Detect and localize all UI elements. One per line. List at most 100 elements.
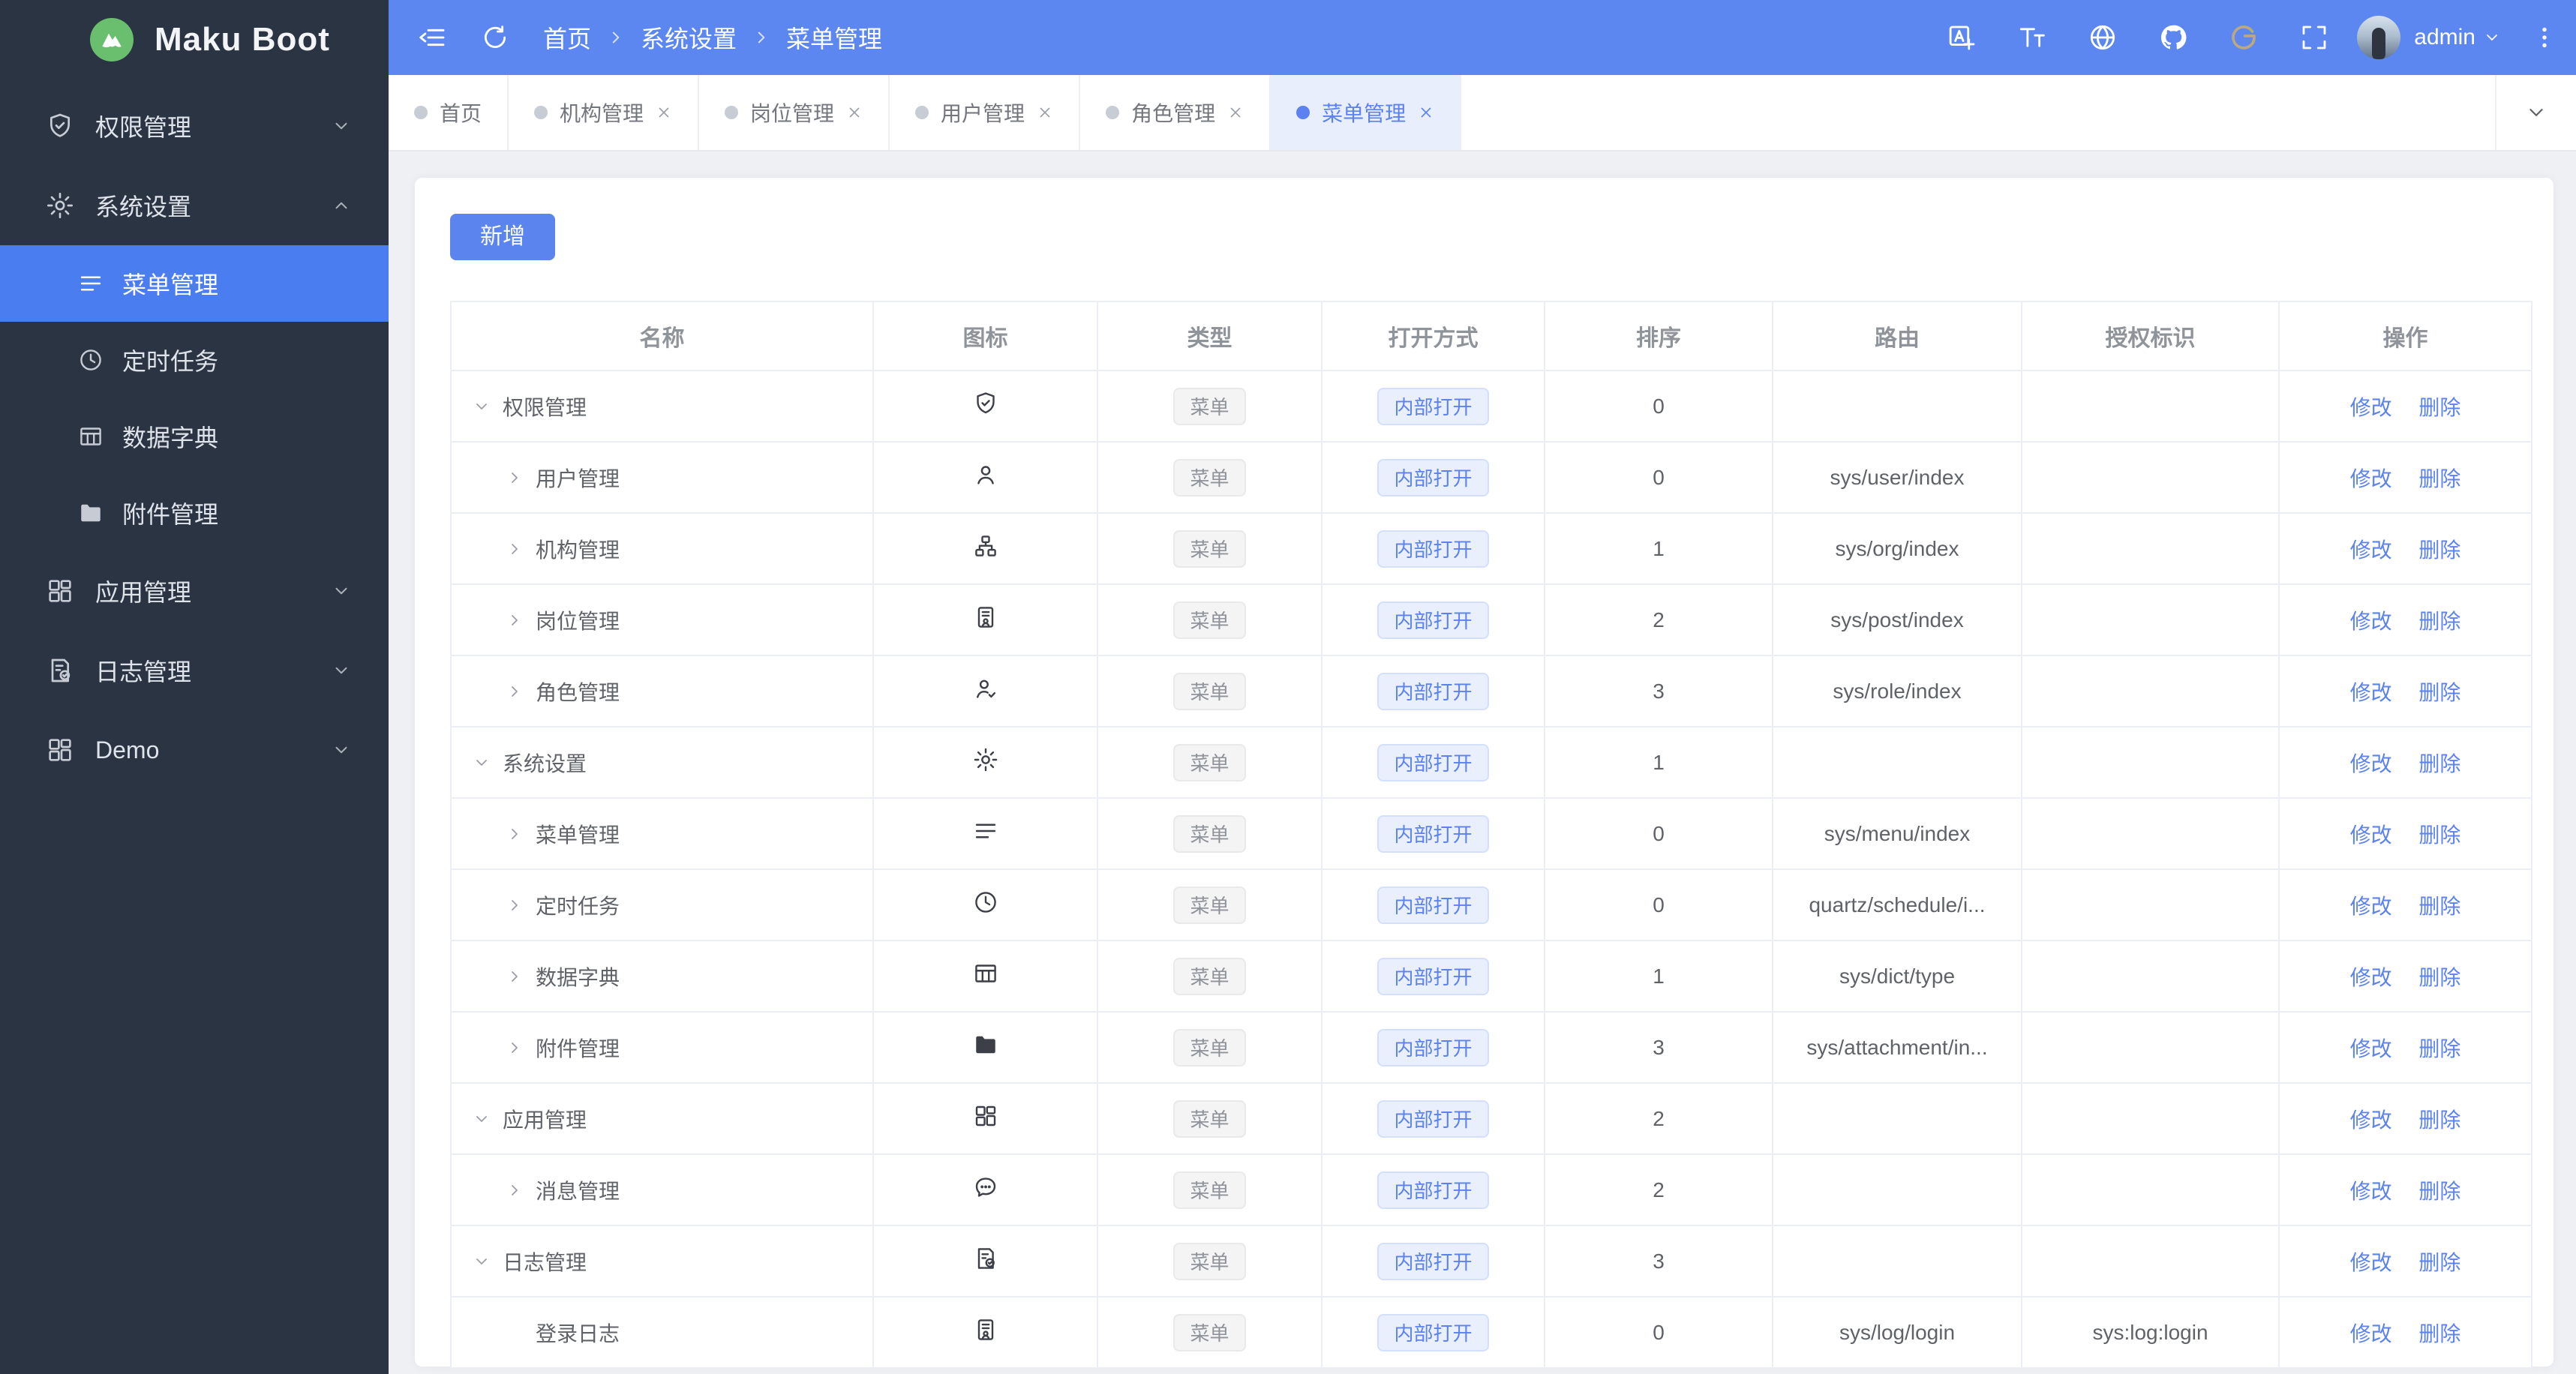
edit-link[interactable]: 修改 [2350,1251,2392,1274]
fullscreen-icon[interactable] [2298,22,2330,53]
github-icon[interactable] [2157,22,2189,53]
delete-link[interactable]: 删除 [2418,1180,2460,1203]
delete-link[interactable]: 删除 [2418,824,2460,847]
expand-row-icon[interactable] [506,682,536,700]
edit-link[interactable]: 修改 [2350,538,2392,562]
expand-row-icon[interactable] [506,469,536,487]
delete-link[interactable]: 删除 [2418,895,2460,918]
tab-user[interactable]: 用户管理 [890,75,1081,150]
breadcrumb-item[interactable]: 首页 [543,20,591,55]
column-header: 授权标识 [2021,301,2280,371]
sidebar-item-demo[interactable]: Demo [0,710,389,790]
route-value: sys/org/index [1772,512,2022,585]
menu-name: 用户管理 [536,466,620,490]
delete-link[interactable]: 删除 [2418,1251,2460,1274]
delete-link[interactable]: 删除 [2418,538,2460,562]
tabs-dropdown-button[interactable] [2495,75,2576,150]
delete-link[interactable]: 删除 [2418,1108,2460,1132]
edit-link[interactable]: 修改 [2350,681,2392,704]
sidebar-subitem-schedule[interactable]: 定时任务 [0,322,389,398]
delete-link[interactable]: 删除 [2418,467,2460,490]
close-icon[interactable] [1418,104,1434,121]
edit-link[interactable]: 修改 [2350,1108,2392,1132]
grid-icon [45,735,75,765]
edit-link[interactable]: 修改 [2350,1180,2392,1203]
collapse-sidebar-icon[interactable] [417,22,447,52]
delete-link[interactable]: 删除 [2418,752,2460,776]
close-icon[interactable] [1037,104,1053,121]
content-card: 新增 名称 图标 类型 打开方式 排序 路由 授权标识 操作 权限管理 菜单 内部打开 0 修… [415,178,2553,1369]
delete-link[interactable]: 删除 [2418,1322,2460,1346]
expand-row-icon[interactable] [506,1039,536,1057]
fontsize-icon[interactable] [2016,22,2048,53]
sidebar-subitem-attachment[interactable]: 附件管理 [0,475,389,551]
sidebar-item-application[interactable]: 应用管理 [0,551,389,631]
edit-link[interactable]: 修改 [2350,752,2392,776]
sort-value: 1 [1544,726,1773,799]
collapse-row-icon[interactable] [473,398,503,416]
tab-post[interactable]: 岗位管理 [699,75,890,150]
type-tag: 菜单 [1173,1100,1246,1138]
gitee-icon[interactable] [2228,22,2259,53]
tabbar: 首页 机构管理 岗位管理 用户管理 角色管理 菜单管理 [389,75,2576,152]
edit-link[interactable]: 修改 [2350,1322,2392,1346]
sidebar-item-system[interactable]: 系统设置 [0,166,389,245]
sidebar-item-permission[interactable]: 权限管理 [0,86,389,166]
user-name[interactable]: admin [2414,25,2475,50]
tab-home[interactable]: 首页 [389,75,509,150]
collapse-row-icon[interactable] [473,754,503,772]
expand-row-icon[interactable] [506,896,536,914]
edit-link[interactable]: 修改 [2350,467,2392,490]
delete-link[interactable]: 删除 [2418,681,2460,704]
avatar[interactable] [2357,16,2401,59]
delete-link[interactable]: 删除 [2418,1037,2460,1060]
delete-link[interactable]: 删除 [2418,396,2460,419]
edit-link[interactable]: 修改 [2350,966,2392,989]
chevron-down-icon[interactable] [2483,28,2501,46]
menu-table: 名称 图标 类型 打开方式 排序 路由 授权标识 操作 权限管理 菜单 内部打开 0 修改 删… [450,301,2532,1369]
close-icon[interactable] [1227,104,1244,121]
more-menu-icon[interactable] [2531,24,2558,51]
sidebar-subitem-label: 附件管理 [122,501,219,528]
breadcrumb-item[interactable]: 菜单管理 [786,20,882,55]
globe-icon[interactable] [2087,22,2118,53]
tab-label: 角色管理 [1131,102,1216,125]
refresh-icon[interactable] [480,22,510,52]
edit-link[interactable]: 修改 [2350,895,2392,918]
close-icon[interactable] [656,104,672,121]
auth-value [2021,868,2280,941]
menu-name: 机构管理 [536,538,620,562]
edit-link[interactable]: 修改 [2350,610,2392,633]
sidebar-subitem-dict[interactable]: 数据字典 [0,398,389,475]
tab-role[interactable]: 角色管理 [1080,75,1271,150]
open-mode-tag: 内部打开 [1377,957,1489,995]
delete-link[interactable]: 删除 [2418,610,2460,633]
breadcrumb: 首页 系统设置 菜单管理 [543,20,882,55]
add-button[interactable]: 新增 [450,214,555,260]
auth-value [2021,655,2280,728]
tab-menu[interactable]: 菜单管理 [1271,75,1462,150]
tab-org[interactable]: 机构管理 [509,75,700,150]
sidebar-item-log[interactable]: 日志管理 [0,631,389,710]
edit-link[interactable]: 修改 [2350,396,2392,419]
expand-row-icon[interactable] [506,540,536,558]
expand-row-icon[interactable] [506,968,536,986]
delete-link[interactable]: 删除 [2418,966,2460,989]
edit-link[interactable]: 修改 [2350,1037,2392,1060]
topbar-actions [1946,22,2330,53]
type-tag: 菜单 [1173,1171,1246,1209]
expand-row-icon[interactable] [506,611,536,629]
close-icon[interactable] [846,104,863,121]
translate-icon[interactable] [1946,22,1977,53]
expand-row-icon[interactable] [506,825,536,843]
type-tag: 菜单 [1173,601,1246,639]
chev-down-icon [332,581,351,601]
sidebar-subitem-menu[interactable]: 菜单管理 [0,245,389,322]
expand-row-icon[interactable] [506,1181,536,1199]
edit-link[interactable]: 修改 [2350,824,2392,847]
doc-check-icon [972,1245,999,1272]
sidebar-item-label: Demo [95,736,160,764]
collapse-row-icon[interactable] [473,1110,503,1128]
collapse-row-icon[interactable] [473,1252,503,1270]
breadcrumb-item[interactable]: 系统设置 [641,20,737,55]
